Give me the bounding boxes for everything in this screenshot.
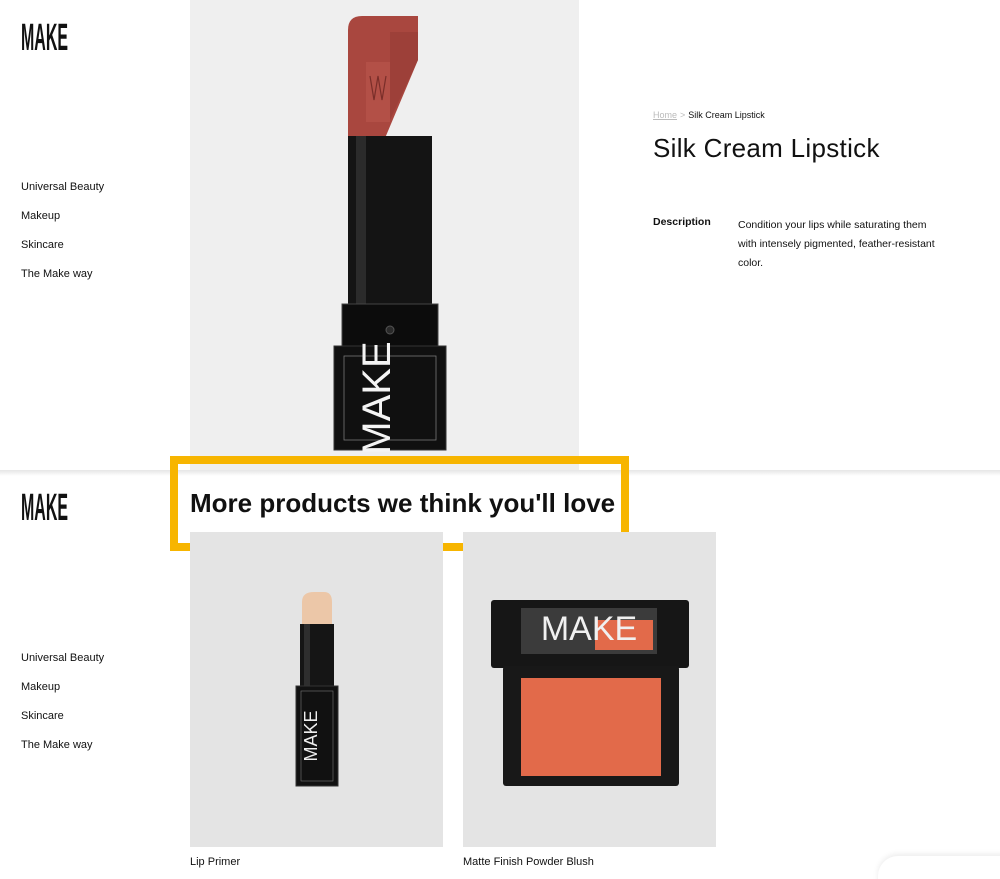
nav-item-universal-beauty[interactable]: Universal Beauty — [21, 651, 104, 680]
lipstick-brand-mark: MAKE — [355, 341, 399, 454]
nav-item-makeup[interactable]: Makeup — [21, 209, 104, 238]
breadcrumb-current: Silk Cream Lipstick — [688, 110, 765, 120]
chat-widget[interactable] — [878, 856, 1000, 879]
main-nav: Universal Beauty Makeup Skincare The Mak… — [21, 651, 104, 767]
nav-item-universal-beauty[interactable]: Universal Beauty — [21, 180, 104, 209]
product-name-lip-primer[interactable]: Lip Primer — [190, 856, 240, 868]
make-logo[interactable]: MAKE — [21, 17, 68, 59]
nav-item-the-make-way[interactable]: The Make way — [21, 738, 104, 767]
lipstick-illustration: MAKE — [333, 16, 447, 455]
logo-text: MAKE — [21, 487, 68, 529]
logo-text: MAKE — [21, 17, 68, 59]
description-label: Description — [653, 216, 711, 228]
main-nav: Universal Beauty Makeup Skincare The Mak… — [21, 180, 104, 296]
lip-primer-image: MAKE — [295, 592, 339, 787]
nav-item-the-make-way[interactable]: The Make way — [21, 267, 104, 296]
product-image: MAKE — [190, 0, 579, 470]
make-logo[interactable]: MAKE — [21, 487, 68, 529]
breadcrumb-home[interactable]: Home — [653, 110, 677, 120]
breadcrumb: Home > Silk Cream Lipstick — [653, 110, 765, 120]
product-name-powder-blush[interactable]: Matte Finish Powder Blush — [463, 856, 594, 868]
product-card-lip-primer[interactable]: MAKE — [190, 532, 443, 847]
blush-brand-mark: MAKE — [541, 610, 637, 648]
nav-item-skincare[interactable]: Skincare — [21, 238, 104, 267]
nav-item-skincare[interactable]: Skincare — [21, 709, 104, 738]
product-title: Silk Cream Lipstick — [653, 133, 880, 163]
breadcrumb-separator: > — [680, 110, 686, 120]
powder-blush-image: MAKE — [491, 600, 689, 786]
nav-item-makeup[interactable]: Makeup — [21, 680, 104, 709]
description-text: Condition your lips while saturating the… — [738, 219, 935, 269]
lip-primer-brand-mark: MAKE — [301, 710, 321, 761]
product-card-powder-blush[interactable]: MAKE — [463, 532, 716, 847]
